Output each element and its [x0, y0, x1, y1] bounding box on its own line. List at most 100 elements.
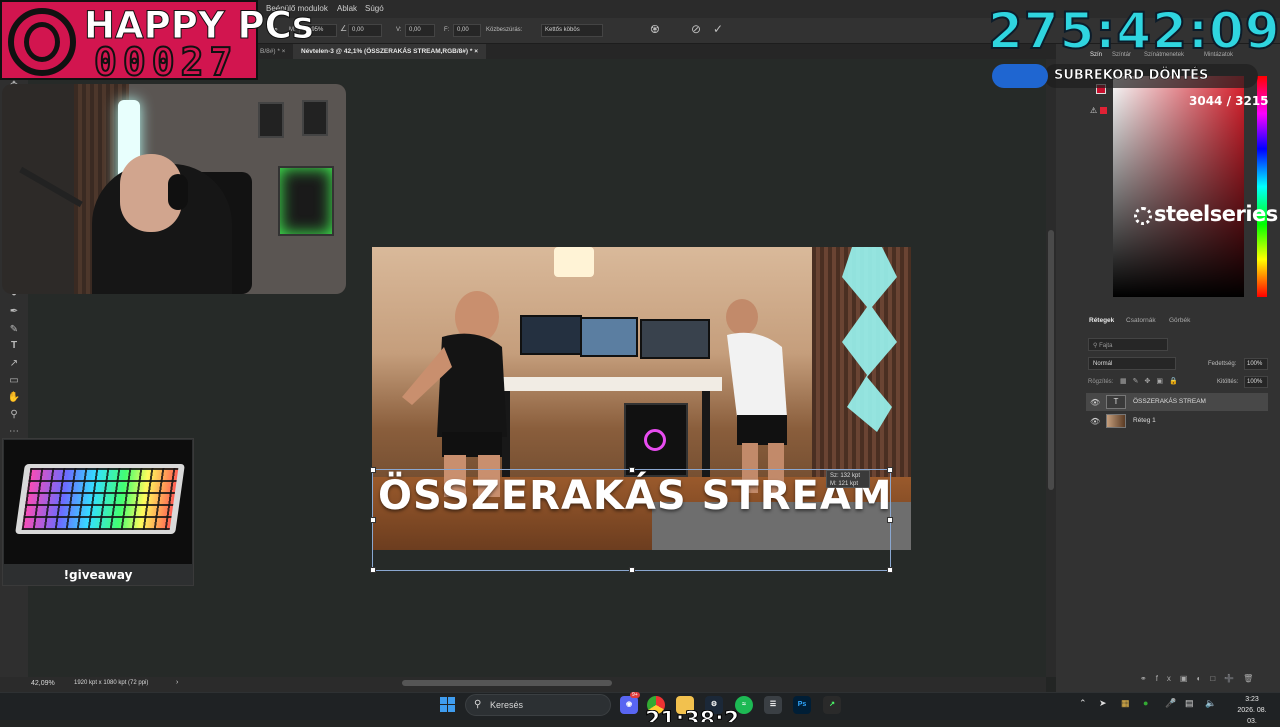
menu-help[interactable]: Súgó [365, 4, 384, 13]
h-skew-label: F: [444, 27, 450, 33]
tray-app-icon[interactable]: ➤ [1099, 698, 1107, 709]
tray-network-icon[interactable]: ▤ [1185, 698, 1194, 709]
system-tray: ⌃ ➤ ▦ ● 🎤 ▤ 🔈 [1075, 695, 1225, 715]
handle-middle-left[interactable] [370, 517, 376, 523]
handle-top-center[interactable] [629, 467, 635, 473]
color-picker-field[interactable] [1113, 76, 1244, 297]
cam-poster [302, 100, 328, 136]
visibility-eye-icon[interactable]: 👁 [1090, 398, 1100, 407]
sub-goal-fill [992, 64, 1048, 88]
tab-active-document[interactable]: Névtelen-3 @ 42,1% (ÖSSZERAKÁS STREAM,RG… [293, 44, 487, 59]
path-selection-icon[interactable]: ↗ [6, 358, 22, 369]
monitor-right [640, 319, 710, 359]
clock-date: 2026. 08. 03. [1237, 707, 1267, 725]
taskbar-search[interactable]: ⚲ Keresés [465, 694, 611, 716]
pen-tool-icon[interactable]: ✒ [6, 306, 22, 317]
commit-transform-icon[interactable]: ✓ [713, 22, 723, 36]
tray-volume-icon[interactable]: 🔈 [1205, 698, 1216, 709]
zoom-tool-icon[interactable]: ⚲ [6, 409, 22, 420]
sub-goal-label: SUBREKORD DÖNTÉS [1054, 68, 1209, 84]
interpolation-select[interactable]: Kettős köbös [541, 24, 603, 37]
type-tool-icon[interactable]: T [6, 340, 22, 351]
monitor-left [520, 315, 582, 355]
discord-icon[interactable]: ◉ [620, 696, 638, 714]
tray-chevron-up-icon[interactable]: ⌃ [1079, 698, 1087, 709]
layers-panel-tabs: Rétegek Csatornák Görbék [1084, 317, 1280, 329]
stream-tool-icon[interactable]: ↗ [823, 696, 841, 714]
gamut-swatch[interactable] [1100, 107, 1107, 114]
headphones-icon [168, 174, 188, 210]
visibility-eye-icon[interactable]: 👁 [1090, 417, 1100, 426]
h-skew-field[interactable]: 0,00 [453, 24, 481, 37]
fill-label: Kitöltés: [1217, 379, 1239, 385]
cancel-transform-icon[interactable]: ⊘ [691, 22, 701, 36]
layer-filter-input[interactable]: ⚲ Fajta [1088, 338, 1168, 351]
document-size: 1920 kpt x 1080 kpt (72 ppi) [74, 680, 149, 686]
interpolation-label: Közbeszúrás: [486, 27, 523, 33]
monitor-center [580, 317, 638, 357]
person-right [712, 297, 802, 497]
desk [492, 377, 722, 391]
logo-inner-ring-icon [24, 22, 60, 62]
search-icon: ⚲ [1093, 343, 1098, 349]
angle-icon: ∠ [340, 24, 348, 33]
taskbar-clock[interactable]: 3:23 2026. 08. 03. [1232, 694, 1272, 727]
layer-name[interactable]: ÖSSZERAKÁS STREAM [1133, 398, 1206, 405]
tray-folder-icon[interactable]: ▦ [1121, 698, 1130, 709]
layer-row-text[interactable]: 👁 T ÖSSZERAKÁS STREAM [1086, 393, 1268, 411]
lock-icons[interactable]: ▦✎✥▣🔒 [1120, 377, 1184, 385]
hand-tool-icon[interactable]: ✋ [6, 392, 22, 403]
opacity-field[interactable]: 100% [1244, 358, 1268, 370]
windows-start-icon[interactable] [440, 697, 456, 713]
vertical-scrollbar[interactable] [1048, 230, 1054, 490]
clock-time: 3:23 [1245, 696, 1259, 703]
layer-panel-footer-icons[interactable]: ⚭fx▣◐□➕🗑 [1140, 674, 1262, 683]
keyboard-image [4, 440, 192, 564]
tab-curves[interactable]: Görbék [1169, 317, 1190, 324]
pc-fan [644, 429, 666, 451]
horizontal-scrollbar[interactable] [402, 680, 612, 686]
tab-channels[interactable]: Csatornák [1126, 317, 1156, 324]
person-left [382, 287, 512, 497]
rectangle-tool-icon[interactable]: ▭ [6, 375, 22, 386]
subathon-timer: 275:42:09 [987, 1, 1280, 61]
zoom-level[interactable]: 42,09% [31, 680, 55, 687]
warp-icon[interactable]: ♼ [650, 23, 660, 36]
more-tools-icon[interactable]: ⋯ [6, 426, 22, 437]
layer-filter-placeholder: Fajta [1099, 343, 1113, 349]
path-tool-icon[interactable]: ✎ [6, 324, 22, 335]
handle-bottom-right[interactable] [887, 567, 893, 573]
tab-layers[interactable]: Rétegek [1089, 317, 1114, 324]
handle-top-right[interactable] [887, 467, 893, 473]
fill-field[interactable]: 100% [1244, 376, 1268, 388]
angle-field[interactable]: 0,00 [348, 24, 382, 37]
menu-window[interactable]: Ablak [337, 4, 357, 13]
sponsor-gear-icon [1134, 207, 1152, 225]
gamut-warning-icon[interactable]: ⚠ [1090, 106, 1097, 115]
tray-nvidia-icon[interactable]: ● [1143, 698, 1148, 708]
layer-row-image[interactable]: 👁 Réteg 1 [1086, 412, 1268, 430]
sponsor-name: steelseries [1154, 202, 1278, 226]
v-skew-field[interactable]: 0,00 [405, 24, 435, 37]
handle-middle-right[interactable] [887, 517, 893, 523]
layer-thumb-image [1106, 414, 1126, 428]
taskbar-search-label: Keresés [490, 700, 524, 710]
layer-thumb-text-icon: T [1106, 395, 1126, 409]
photoshop-icon[interactable]: Ps [793, 696, 811, 714]
tray-microphone-icon[interactable]: 🎤 [1165, 698, 1176, 709]
layer-name[interactable]: Réteg 1 [1133, 417, 1156, 424]
status-chevron-icon[interactable]: › [176, 679, 178, 686]
handle-bottom-center[interactable] [629, 567, 635, 573]
size-tip-height: M: 121 kpt [830, 481, 859, 487]
sub-goal-count: 3044 / 3215 [1189, 94, 1269, 108]
blend-mode-select[interactable]: Normál [1088, 357, 1176, 370]
search-icon: ⚲ [474, 699, 482, 710]
bottom-ticker-text: 21:38:2 [645, 710, 739, 722]
giveaway-command: !giveaway [63, 568, 133, 582]
handle-bottom-left[interactable] [370, 567, 376, 573]
hue-slider[interactable] [1257, 76, 1267, 297]
transform-bounding-box[interactable] [370, 467, 893, 573]
notepad-icon[interactable]: ☰ [764, 696, 782, 714]
cam-poster [258, 102, 284, 138]
handle-top-left[interactable] [370, 467, 376, 473]
